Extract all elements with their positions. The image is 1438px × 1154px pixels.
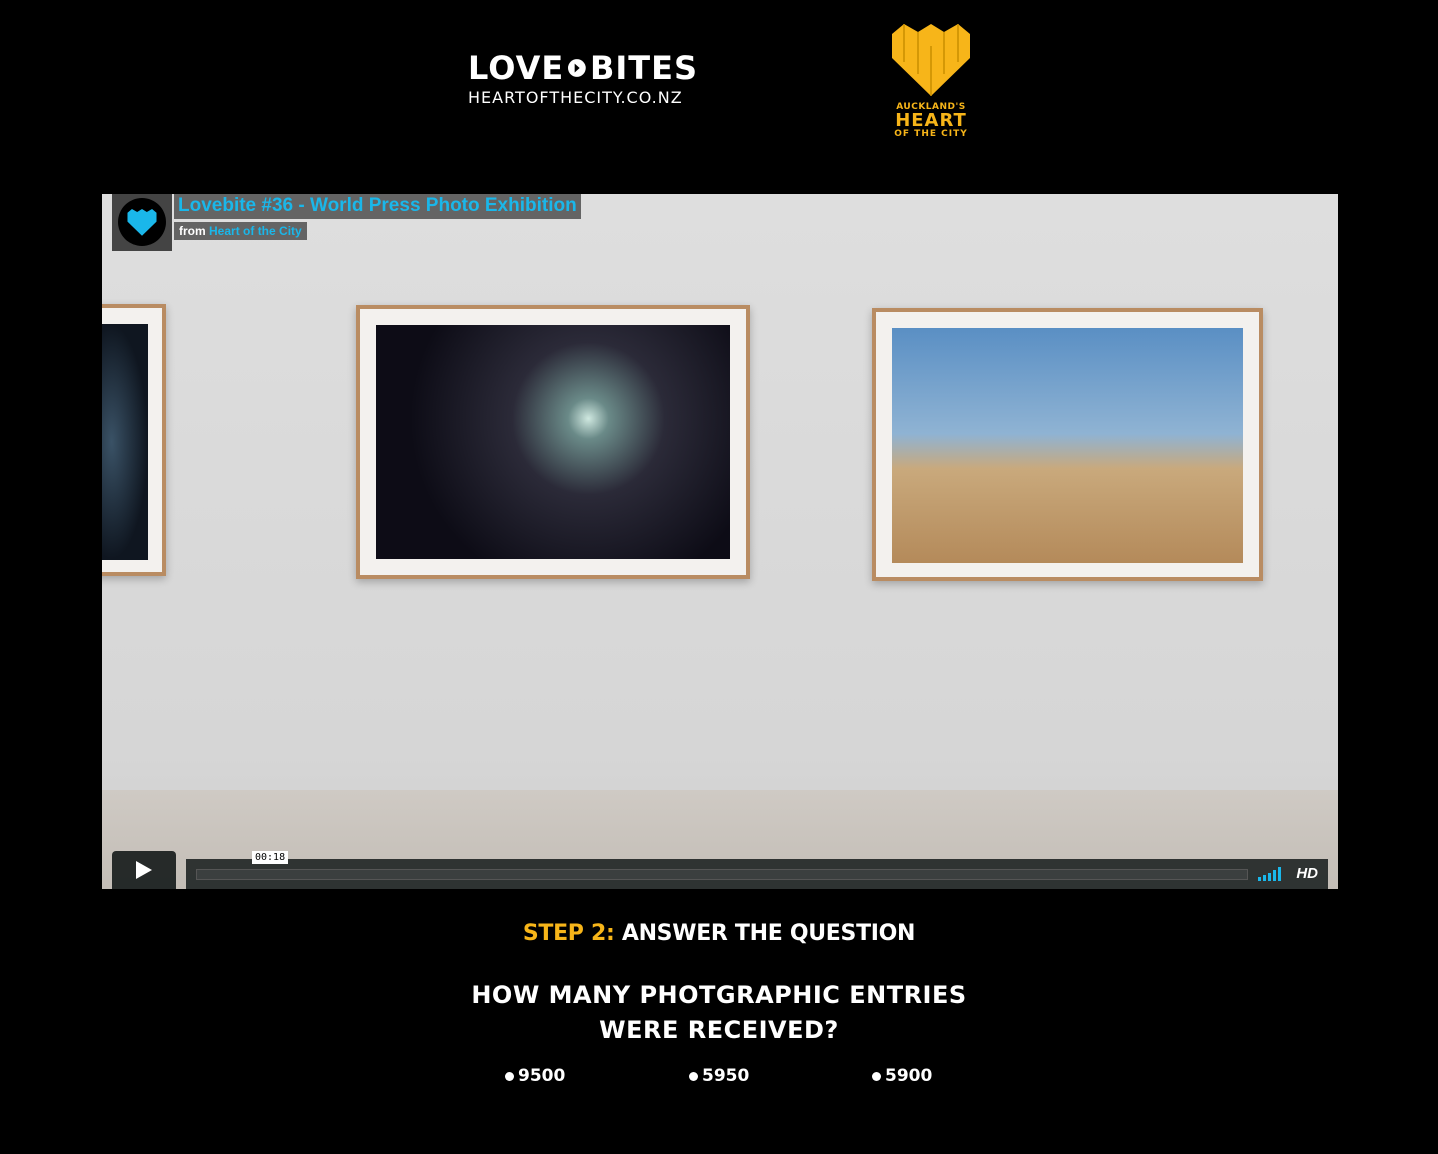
channel-avatar[interactable] (112, 194, 172, 251)
play-button[interactable] (112, 851, 176, 889)
question-line2: WERE RECEIVED? (599, 1016, 839, 1044)
question: HOW MANY PHOTGRAPHIC ENTRIES WERE RECEIV… (0, 978, 1438, 1048)
answer-option-3[interactable]: 5900 (872, 1066, 932, 1086)
hoc-line3: OF THE CITY (894, 129, 968, 139)
answer-option-2[interactable]: 5950 (689, 1066, 749, 1086)
author-link[interactable]: Heart of the City (209, 224, 302, 238)
lovebites-logo-left: LOVE (468, 49, 565, 87)
arrow-logo-icon (568, 59, 586, 77)
question-line1: HOW MANY PHOTGRAPHIC ENTRIES (471, 981, 967, 1009)
answer-label: 5950 (702, 1066, 750, 1086)
heart-icon (127, 208, 157, 236)
gallery-photo-horses (872, 308, 1263, 581)
heart-of-the-city-logo[interactable]: AUCKLAND'S HEART OF THE CITY (886, 22, 976, 139)
radio-dot-icon (505, 1071, 514, 1081)
radio-dot-icon (689, 1071, 698, 1081)
gallery-photo-protest (356, 305, 750, 579)
radio-dot-icon (872, 1071, 881, 1081)
progress-track[interactable] (196, 869, 1248, 880)
byline-from: from (179, 224, 206, 238)
hoc-line2: HEART (895, 110, 967, 131)
video-player[interactable]: Lovebite #36 - World Press Photo Exhibit… (102, 194, 1338, 889)
heart-icon (892, 24, 970, 96)
lovebites-url: HEARTOFTHECITY.CO.NZ (468, 88, 683, 107)
video-controls: 00:18 HD (112, 851, 1328, 889)
progress-bar[interactable]: 00:18 HD (186, 851, 1328, 889)
video-title-overlay: Lovebite #36 - World Press Photo Exhibit… (112, 194, 581, 251)
step-label: STEP 2: (522, 921, 615, 946)
lovebites-logo-right: BITES (589, 49, 698, 87)
step-heading: STEP 2: ANSWER THE QUESTION (0, 921, 1438, 946)
answer-option-1[interactable]: 9500 (505, 1066, 565, 1086)
play-icon (136, 861, 152, 879)
step-text: ANSWER THE QUESTION (614, 921, 916, 946)
gallery-photo-left (102, 304, 166, 576)
answer-label: 5900 (885, 1066, 933, 1086)
video-byline: from Heart of the City (174, 222, 307, 240)
volume-icon[interactable] (1258, 867, 1282, 881)
answer-label: 9500 (518, 1066, 566, 1086)
timecode: 00:18 (252, 851, 289, 864)
video-title-link[interactable]: Lovebite #36 - World Press Photo Exhibit… (174, 194, 581, 219)
lovebites-logo[interactable]: LOVE BITES HEARTOFTHECITY.CO.NZ (468, 50, 698, 107)
hd-button[interactable]: HD (1296, 865, 1318, 882)
